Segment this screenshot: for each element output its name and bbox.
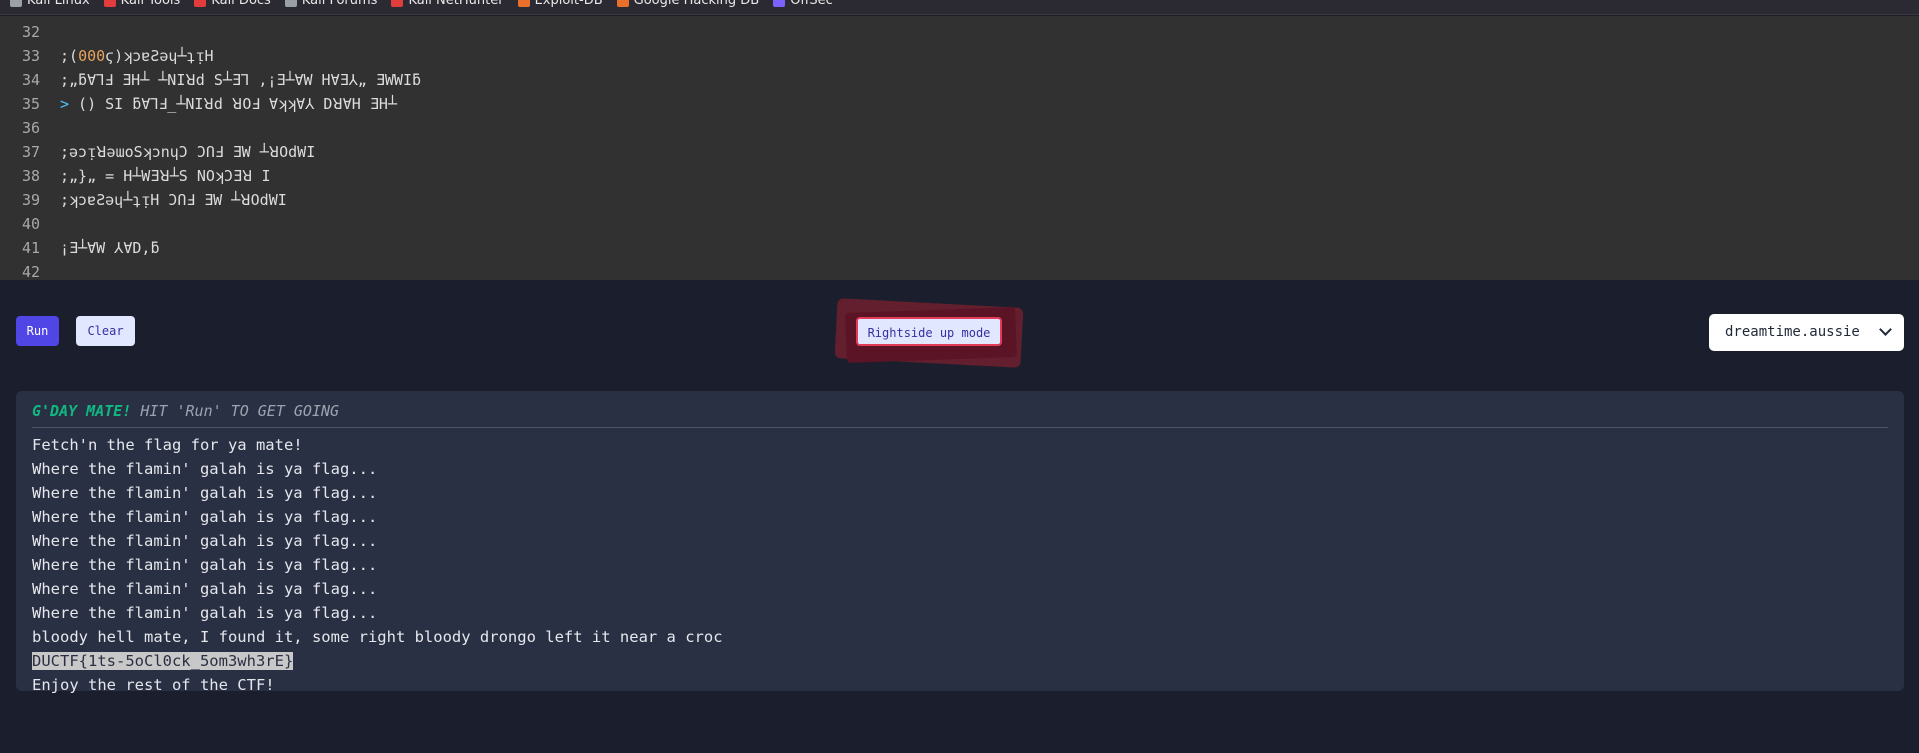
- language-select[interactable]: dreamtime.aussie: [1709, 314, 1904, 351]
- bookmark-label: Kali Linux: [27, 0, 90, 8]
- output-line: Where the flamin' galah is ya flag...: [32, 556, 378, 574]
- code-text: ;ǝɔᴉꓤǝɯoSʞɔnɥƆ ƆՈℲ ƎW ┴ꓤOdWI: [60, 140, 315, 164]
- code-text: ;ʞɔɐƧǝɥ┴ʇᴉH ƆՈℲ ƎW ┴ꓤOdWI: [60, 188, 287, 212]
- bookmark-label: Kali NetHunter: [408, 0, 504, 8]
- output-line: Where the flamin' galah is ya flag...: [32, 508, 378, 526]
- chevron-down-icon: [1879, 323, 1892, 336]
- ghdb-icon: [616, 0, 629, 7]
- bookmarks-toolbar: Kali Linux Kali Tools Kali Docs Kali Forums…: [0, 0, 1919, 15]
- code-line: 39 ;ʞɔɐƧǝɥ┴ʇᴉH ƆՈℲ ƎW ┴ꓤOdWI: [0, 188, 1919, 212]
- offsec-icon: [773, 0, 786, 7]
- code-line: 42: [0, 260, 1919, 284]
- code-line: 37 ;ǝɔᴉꓤǝɯoSʞɔnɥƆ ƆՈℲ ƎW ┴ꓤOdWI: [0, 140, 1919, 164]
- bookmark-label: Kali Tools: [120, 0, 181, 8]
- line-number: 35: [22, 95, 41, 113]
- code-line: 35 > () SI ƃ∀ꞀℲ_┴NIꓤd ꓤOℲ ∀ʞʞ∀⅄ Dꓤ∀H ƎH┴: [0, 92, 1919, 116]
- line-number: 32: [22, 23, 41, 41]
- output-line: Where the flamin' galah is ya flag...: [32, 484, 378, 502]
- bookmark-item[interactable]: Kali NetHunter: [391, 0, 504, 8]
- output-line: Where the flamin' galah is ya flag...: [32, 580, 378, 598]
- output-line: bloody hell mate, I found it, some right…: [32, 628, 723, 646]
- code-segment: ;„ƃ∀ꞀℲ ƎH┴ ┴NIꓤd S┴ƎꞀ ,¡Ǝ┴∀W H∀Ǝ⅄„ ƎWWIƃ: [60, 71, 422, 89]
- code-segment: ¡Ǝ┴∀W ⅄∀D,ƃ: [60, 239, 160, 257]
- code-text: ;„ƃ∀ꞀℲ ƎH┴ ┴NIꓤd S┴ƎꞀ ,¡Ǝ┴∀W H∀Ǝ⅄„ ƎWWIƃ: [60, 68, 421, 92]
- line-number: 42: [22, 263, 41, 281]
- code-segment: ;ǝɔᴉꓤǝɯoSʞɔnɥƆ ƆՈℲ ƎW ┴ꓤOdWI: [60, 143, 316, 161]
- kali-dragon-icon: [10, 0, 22, 7]
- line-number: 39: [22, 191, 41, 209]
- code-text: > () SI ƃ∀ꞀℲ_┴NIꓤd ꓤOℲ ∀ʞʞ∀⅄ Dꓤ∀H ƎH┴: [60, 92, 397, 116]
- run-button[interactable]: Run: [16, 316, 59, 346]
- code-segment: ϛ)ʞɔɐƧǝɥ┴ʇᴉH: [105, 47, 214, 65]
- line-number: 38: [22, 167, 41, 185]
- kali-tools-icon: [103, 0, 116, 7]
- bookmark-item[interactable]: Kali Docs: [194, 0, 271, 8]
- output-divider: [32, 427, 1888, 428]
- code-segment: ;„}„ = H┴WƎꓤ┴S NOʞƆƎꓤ I: [60, 167, 271, 185]
- line-number: 34: [22, 71, 41, 89]
- code-text: ;(000ϛ)ʞɔɐƧǝɥ┴ʇᴉH: [60, 44, 214, 68]
- output-line: Where the flamin' galah is ya flag...: [32, 460, 378, 478]
- output-flag-line[interactable]: DUCTF{1ts-5oCl0ck_5om3wh3rE}: [32, 649, 723, 673]
- clear-button[interactable]: Clear: [76, 316, 135, 346]
- bookmarks-list: Kali Linux Kali Tools Kali Docs Kali Forums…: [10, 0, 833, 8]
- code-arrow: >: [60, 95, 70, 113]
- output-header: G'DAY MATE! HIT 'Run' TO GET GOING: [32, 401, 339, 421]
- bookmark-label: OffSec: [790, 0, 833, 8]
- code-number-token: 000: [78, 47, 106, 65]
- kali-nethunter-icon: [391, 0, 404, 7]
- bookmark-item[interactable]: OffSec: [773, 0, 833, 8]
- code-line: 36: [0, 116, 1919, 140]
- rightside-up-mode-button[interactable]: Rightside up mode: [856, 317, 1002, 346]
- output-line: Where the flamin' galah is ya flag...: [32, 532, 378, 550]
- output-console: G'DAY MATE! HIT 'Run' TO GET GOING Fetch…: [16, 391, 1904, 694]
- line-number: 36: [22, 119, 41, 137]
- bookmark-label: Exploit-DB: [534, 0, 603, 8]
- bookmark-item[interactable]: Google Hacking DB: [616, 0, 760, 8]
- exploit-db-icon: [517, 0, 530, 7]
- code-line: 34 ;„ƃ∀ꞀℲ ƎH┴ ┴NIꓤd S┴ƎꞀ ,¡Ǝ┴∀W H∀Ǝ⅄„ ƎWW…: [0, 68, 1919, 92]
- code-line: 38 ;„}„ = H┴WƎꓤ┴S NOʞƆƎꓤ I: [0, 164, 1919, 188]
- output-header-brand: G'DAY MATE!: [32, 402, 132, 420]
- output-line: Where the flamin' galah is ya flag...: [32, 604, 378, 622]
- bookmark-item[interactable]: Kali Forums: [284, 0, 378, 8]
- bookmark-label: Google Hacking DB: [633, 0, 760, 8]
- code-line: 40: [0, 212, 1919, 236]
- code-line: 32: [0, 20, 1919, 44]
- code-line: 41 ¡Ǝ┴∀W ⅄∀D,ƃ: [0, 236, 1919, 260]
- line-number: 33: [22, 47, 41, 65]
- kali-docs-icon: [194, 0, 207, 7]
- language-select-value: dreamtime.aussie: [1725, 324, 1860, 340]
- code-segment: ;ʞɔɐƧǝɥ┴ʇᴉH ƆՈℲ ƎW ┴ꓤOdWI: [60, 191, 287, 209]
- code-editor[interactable]: 32 33 ;(000ϛ)ʞɔɐƧǝɥ┴ʇᴉH 34 ;„ƃ∀ꞀℲ ƎH┴ ┴NIꓤd …: [0, 16, 1919, 281]
- bookmark-label: Kali Docs: [211, 0, 271, 8]
- code-segment: () SI ƃ∀ꞀℲ_┴NIꓤd ꓤOℲ ∀ʞʞ∀⅄ Dꓤ∀H ƎH┴: [69, 95, 397, 113]
- code-segment: ;(: [60, 47, 79, 65]
- bookmark-item[interactable]: Kali Linux: [10, 0, 90, 8]
- output-line: Fetch'n the flag for ya mate!: [32, 436, 303, 454]
- code-text: ¡Ǝ┴∀W ⅄∀D,ƃ: [60, 236, 159, 260]
- bookmark-item[interactable]: Kali Tools: [103, 0, 181, 8]
- line-number: 37: [22, 143, 41, 161]
- output-line: Enjoy the rest of the CTF!: [32, 676, 275, 694]
- code-text: ;„}„ = H┴WƎꓤ┴S NOʞƆƎꓤ I: [60, 164, 271, 188]
- output-header-hint: HIT 'Run' TO GET GOING: [131, 402, 340, 420]
- flag-text-selected[interactable]: DUCTF{1ts-5oCl0ck_5om3wh3rE}: [32, 652, 294, 670]
- kali-forums-icon: [284, 0, 297, 7]
- bookmark-item[interactable]: Exploit-DB: [517, 0, 603, 8]
- line-number: 40: [22, 215, 41, 233]
- bookmark-label: Kali Forums: [301, 0, 378, 8]
- output-lines: Fetch'n the flag for ya mate! Where the f…: [32, 433, 723, 697]
- code-line: 33 ;(000ϛ)ʞɔɐƧǝɥ┴ʇᴉH: [0, 44, 1919, 68]
- line-number: 41: [22, 239, 41, 257]
